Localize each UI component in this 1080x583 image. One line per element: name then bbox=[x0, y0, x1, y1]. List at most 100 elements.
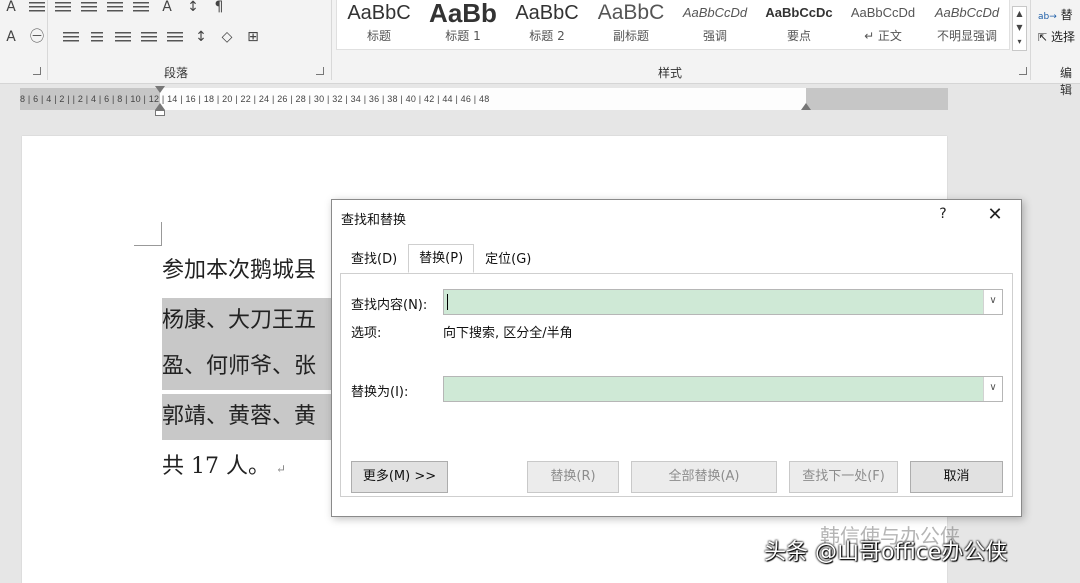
style-sample: AaBbCcDc bbox=[765, 5, 833, 20]
font-box-icon[interactable]: A bbox=[0, 0, 22, 16]
replace-with-label: 替换为(I): bbox=[351, 385, 409, 400]
paragraph-group-label: 段落 bbox=[164, 66, 189, 80]
doc-line-5-text: 共 17 人。 bbox=[162, 454, 270, 479]
show-marks-icon[interactable]: ¶ bbox=[208, 0, 230, 16]
group-divider bbox=[47, 0, 48, 80]
source-watermark: 头条 @山哥office办公侠 bbox=[764, 540, 1008, 565]
enclose-char-icon[interactable]: ㊀ bbox=[26, 28, 48, 46]
borders-icon[interactable]: ⊞ bbox=[242, 28, 264, 46]
decrease-indent-icon[interactable] bbox=[104, 0, 126, 16]
doc-line-1[interactable]: 参加本次鹅城县 bbox=[162, 248, 316, 294]
close-icon[interactable]: ✕ bbox=[983, 203, 1007, 227]
options-value: 向下搜索, 区分全/半角 bbox=[443, 326, 573, 341]
style-sample: AaBbC bbox=[515, 2, 579, 24]
font-color-icon[interactable]: A bbox=[0, 28, 22, 46]
styles-gallery-scroll[interactable]: ▲ ▼ ▾ bbox=[1012, 6, 1027, 51]
numbered-list-icon[interactable] bbox=[52, 0, 74, 16]
editing-group-label: 编辑 bbox=[1060, 66, 1073, 97]
left-indent-marker-icon[interactable] bbox=[155, 110, 165, 116]
style-emphasis[interactable]: AaBbCcDd 强调 bbox=[673, 0, 757, 48]
replace-all-button[interactable]: 全部替换(A) bbox=[631, 461, 777, 493]
margin-corner-mark bbox=[134, 222, 162, 246]
options-label: 选项: bbox=[351, 326, 382, 341]
style-sample: AaBbCcDd bbox=[934, 5, 1000, 20]
chevron-down-icon[interactable]: ∨ bbox=[983, 377, 1002, 401]
group-divider bbox=[1030, 0, 1031, 80]
tab-find[interactable]: 查找(D) bbox=[340, 245, 408, 272]
style-heading[interactable]: AaBbC 标题 bbox=[337, 0, 421, 48]
align-right-icon[interactable] bbox=[112, 28, 134, 46]
replace-command[interactable]: ab→ 替 bbox=[1038, 6, 1075, 28]
style-sample: AaBbC bbox=[347, 2, 411, 24]
doc-line-3-selected[interactable]: 盈、何师爷、张 bbox=[162, 344, 332, 390]
doc-line-4-selected[interactable]: 郭靖、黄蓉、黄 bbox=[162, 394, 332, 440]
replace-tab-panel: 查找内容(N): ∨ 选项: 向下搜索, 区分全/半角 替换为(I): ∨ 更多… bbox=[340, 273, 1013, 497]
help-icon[interactable]: ? bbox=[934, 206, 952, 222]
find-next-button[interactable]: 查找下一处(F) bbox=[789, 461, 898, 493]
style-heading-2[interactable]: AaBbC 标题 2 bbox=[505, 0, 589, 48]
tab-replace[interactable]: 替换(P) bbox=[408, 244, 475, 273]
bullet-list-icon[interactable] bbox=[26, 0, 48, 16]
style-name: 强调 bbox=[702, 29, 727, 43]
shading-icon[interactable]: ◇ bbox=[216, 28, 238, 46]
select-command-label: 选择 bbox=[1051, 30, 1076, 44]
style-name: ↵ 正文 bbox=[864, 29, 902, 43]
dialog-tabs: 查找(D) 替换(P) 定位(G) bbox=[340, 244, 542, 273]
chinese-layout-icon[interactable]: A bbox=[156, 0, 178, 16]
hanging-indent-marker-icon[interactable] bbox=[155, 103, 165, 110]
align-left-icon[interactable] bbox=[60, 28, 82, 46]
chevron-down-icon[interactable]: ∨ bbox=[983, 290, 1002, 314]
replace-icon: ab→ bbox=[1038, 12, 1057, 22]
styles-gallery: AaBbC 标题 AaBb 标题 1 AaBbC 标题 2 AaBbC 副标题 … bbox=[336, 0, 1010, 50]
style-strong[interactable]: AaBbCcDc 要点 bbox=[757, 0, 841, 48]
font-dialog-launcher-icon[interactable] bbox=[33, 67, 41, 75]
align-center-icon[interactable] bbox=[86, 28, 108, 46]
paragraph-row-2: A ㊀ ↕ ◇ ⊞ bbox=[0, 26, 330, 48]
style-subtle-emphasis[interactable]: AaBbCcDd 不明显强调 bbox=[925, 0, 1009, 48]
replace-button[interactable]: 替换(R) bbox=[527, 461, 619, 493]
style-name: 要点 bbox=[786, 29, 811, 43]
cancel-button[interactable]: 取消 bbox=[910, 461, 1003, 493]
more-button[interactable]: 更多(M) >> bbox=[351, 461, 448, 493]
sort-icon[interactable]: ↕ bbox=[182, 0, 204, 16]
justify-icon[interactable] bbox=[138, 28, 160, 46]
find-what-input[interactable]: ∨ bbox=[443, 289, 1003, 315]
find-what-label: 查找内容(N): bbox=[351, 298, 428, 313]
multilevel-list-icon[interactable] bbox=[78, 0, 100, 16]
editing-group: ab→ 替 ⇱ 选择 bbox=[1038, 6, 1075, 50]
styles-dialog-launcher-icon[interactable] bbox=[1019, 67, 1027, 75]
chevron-up-icon[interactable]: ▲ bbox=[1013, 7, 1026, 21]
more-styles-icon[interactable]: ▾ bbox=[1013, 35, 1026, 49]
doc-line-2-selected[interactable]: 杨康、大刀王五 bbox=[162, 298, 332, 344]
style-heading-1[interactable]: AaBb 标题 1 bbox=[421, 0, 505, 48]
replace-with-input[interactable]: ∨ bbox=[443, 376, 1003, 402]
select-cursor-icon: ⇱ bbox=[1038, 31, 1048, 44]
style-subtitle[interactable]: AaBbC 副标题 bbox=[589, 0, 673, 48]
dialog-title: 查找和替换 bbox=[341, 213, 407, 228]
select-command[interactable]: ⇱ 选择 bbox=[1038, 28, 1075, 50]
distributed-icon[interactable] bbox=[164, 28, 186, 46]
style-sample: AaBbCcDd bbox=[850, 5, 916, 20]
replace-command-label: 替 bbox=[1060, 8, 1073, 22]
group-divider bbox=[331, 0, 332, 80]
style-normal[interactable]: AaBbCcDd ↵ 正文 bbox=[841, 0, 925, 48]
find-replace-dialog: 查找和替换 ? ✕ 查找(D) 替换(P) 定位(G) 查找内容(N): ∨ 选… bbox=[331, 199, 1022, 517]
style-sample: AaBbC bbox=[597, 1, 665, 24]
style-name: 不明显强调 bbox=[936, 29, 997, 43]
doc-line-5[interactable]: 共 17 人。 ↵ bbox=[162, 444, 286, 490]
paragraph-dialog-launcher-icon[interactable] bbox=[316, 67, 324, 75]
ribbon: A A ↕ ¶ A ㊀ ↕ ◇ ⊞ 段落 AaBbC 标题 AaBb 标题 1 bbox=[0, 0, 1080, 97]
line-spacing-icon[interactable]: ↕ bbox=[190, 28, 212, 46]
style-name: 副标题 bbox=[612, 29, 649, 43]
style-sample: AaBb bbox=[429, 0, 497, 28]
style-sample: AaBbCcDd bbox=[682, 5, 748, 20]
paragraph-mark-icon: ↵ bbox=[275, 462, 287, 476]
styles-group-label: 样式 bbox=[658, 66, 683, 80]
first-line-indent-marker-icon[interactable] bbox=[155, 86, 165, 93]
style-name: 标题 2 bbox=[529, 29, 565, 43]
tab-goto[interactable]: 定位(G) bbox=[474, 245, 542, 272]
text-cursor bbox=[447, 294, 448, 310]
right-indent-marker-icon[interactable] bbox=[801, 103, 811, 110]
chevron-down-icon[interactable]: ▼ bbox=[1013, 21, 1026, 35]
increase-indent-icon[interactable] bbox=[130, 0, 152, 16]
